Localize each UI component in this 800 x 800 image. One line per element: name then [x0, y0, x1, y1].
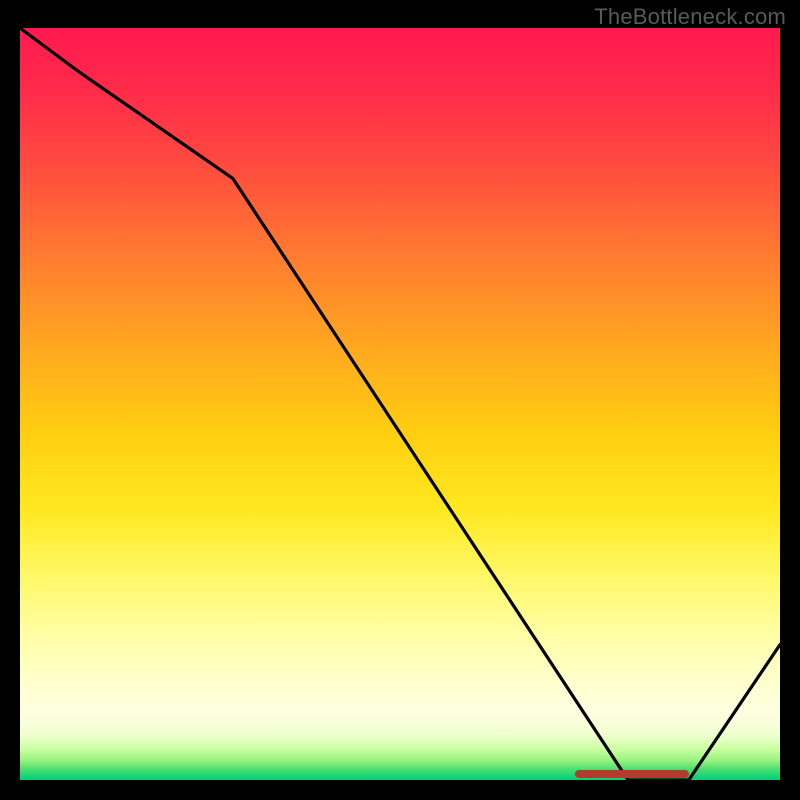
optimum-range-marker [575, 770, 689, 778]
chart-plot-area [20, 28, 780, 780]
chart-frame [20, 28, 780, 780]
watermark-text: TheBottleneck.com [594, 4, 786, 30]
bottleneck-curve [20, 28, 780, 780]
